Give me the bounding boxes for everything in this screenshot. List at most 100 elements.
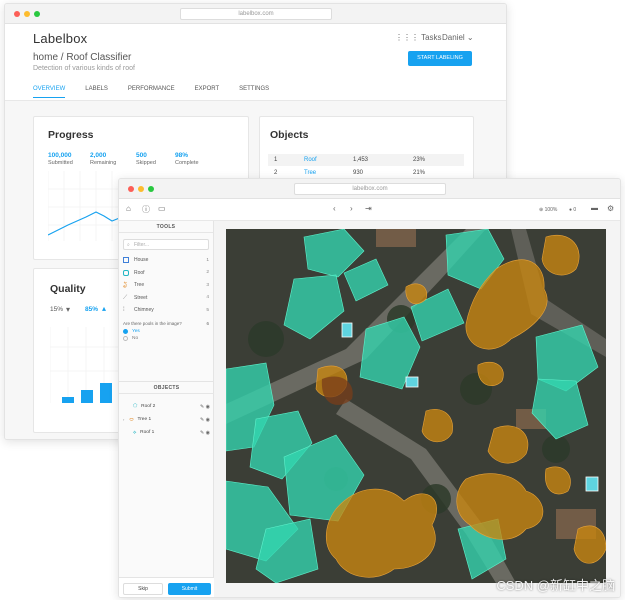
url-bar[interactable]: labelbox.com [294, 183, 446, 195]
answer-label: No [132, 335, 139, 341]
row-count: 1,453 [353, 157, 369, 163]
tab-settings[interactable]: SETTINGS [239, 86, 269, 98]
tool-chimney[interactable]: ⁞ Chimney 5 [119, 304, 213, 317]
line-icon: ⟋ [123, 294, 128, 301]
zoom-level[interactable]: ⊕ 100% [539, 207, 557, 213]
chevron-right-icon[interactable]: › [123, 417, 124, 422]
tools-header: TOOLS [119, 221, 213, 233]
close-dot[interactable] [128, 186, 134, 192]
tab-labels[interactable]: LABELS [85, 86, 108, 98]
row-name-link[interactable]: Roof [304, 157, 317, 163]
tool-roof[interactable]: Roof 2 [119, 267, 213, 280]
tab-performance[interactable]: PERFORMANCE [128, 86, 175, 98]
home-icon[interactable]: ⌂ [126, 204, 131, 213]
chevron-left-icon[interactable]: ‹ [333, 204, 336, 213]
freehand-icon: ຽ [123, 282, 127, 289]
aerial-image-canvas[interactable] [226, 229, 606, 583]
answer-no[interactable]: No [119, 335, 213, 342]
zoom-value: 100% [544, 207, 558, 213]
quality-bar [81, 390, 93, 403]
question-hotkey: 6 [206, 320, 209, 326]
project-subtitle: Detection of various kinds of roof [33, 65, 135, 72]
stat-value: 2,000 [90, 152, 107, 159]
stat-label: Complete [175, 160, 199, 166]
stat-label: Remaining [90, 160, 117, 166]
tool-hotkey: 5 [206, 307, 209, 313]
chevron-right-icon[interactable]: › [350, 204, 353, 213]
row-index: 1 [274, 157, 278, 163]
radio-icon [123, 328, 128, 334]
quality-down-pct: 15% [50, 306, 64, 313]
app-logo[interactable]: Labelbox [33, 31, 87, 46]
tasks-menu[interactable]: ⋮⋮⋮ Tasks [395, 33, 442, 42]
thumbs-up-icon: ▴ [102, 304, 107, 313]
quality-bar [100, 383, 112, 403]
maximize-dot[interactable] [34, 11, 40, 17]
settings-icon[interactable]: ⚙ [607, 204, 614, 213]
tool-hotkey: 1 [206, 257, 209, 263]
tool-label: Roof [134, 269, 145, 276]
square-icon [123, 257, 129, 264]
classification-question: Are there pools in the image? 6 [119, 317, 213, 328]
object-roof-1[interactable]: ⟡ Roof 1 ✎ ◉ [119, 426, 214, 439]
tasks-label: Tasks [421, 33, 442, 42]
row-name-link[interactable]: Tree [304, 170, 316, 176]
tool-tree[interactable]: ຽ Tree 3 [119, 279, 213, 292]
tool-house[interactable]: House 1 [119, 254, 213, 267]
grid-icon: ⋮⋮⋮ [395, 33, 419, 42]
keyboard-icon[interactable]: ▭ [158, 204, 166, 213]
stat-label: Skipped [136, 160, 156, 166]
toggle-icon[interactable]: ▬ [591, 205, 598, 212]
eye-icon[interactable]: ✎ ◉ [200, 430, 210, 436]
tool-label: Chimney [134, 307, 154, 314]
tab-export[interactable]: EXPORT [195, 86, 220, 98]
user-name: Daniel [442, 33, 465, 42]
chevron-down-icon: ⌄ [466, 33, 474, 42]
tool-label: House [134, 257, 149, 264]
object-label: Roof 2 [141, 404, 156, 409]
object-label: Roof 1 [140, 430, 155, 435]
tools-sidebar: TOOLS ⌕ Filter... House 1 Roof 2 ຽ Tree … [119, 221, 214, 597]
answer-label: Yes [132, 328, 140, 334]
radio-icon [123, 335, 128, 341]
answer-yes[interactable]: Yes [119, 328, 213, 335]
row-percent: 23% [413, 157, 426, 163]
stat-complete: 98% Complete [175, 152, 199, 166]
tab-overview[interactable]: OVERVIEW [33, 86, 66, 98]
minimize-dot[interactable] [138, 186, 144, 192]
freehand-icon: ⬭ [129, 417, 134, 423]
aerial-image [226, 229, 606, 583]
stat-value: 100,000 [48, 152, 72, 159]
progress-title: Progress [48, 129, 94, 141]
question-text: Are there pools in the image? [123, 320, 182, 326]
object-roof-2[interactable]: ⬠ Roof 2 ✎ ◉ [119, 400, 214, 413]
filter-input[interactable]: ⌕ Filter... [123, 239, 209, 250]
objects-title: Objects [270, 129, 309, 141]
stat-submitted: 100,000 Submitted [48, 152, 73, 166]
eye-icon[interactable]: ✎ ◉ [200, 404, 210, 410]
polygon-icon [123, 269, 129, 276]
polygon-icon: ⟡ [133, 430, 137, 436]
close-dot[interactable] [14, 11, 20, 17]
skip-forward-icon[interactable]: ⇥ [365, 204, 372, 213]
tool-street[interactable]: ⟋ Street 4 [119, 292, 213, 305]
counter: ● 0 [569, 207, 576, 213]
eye-icon[interactable]: ✎ ◉ [200, 417, 210, 423]
start-labeling-button[interactable]: START LABELING [408, 51, 472, 66]
row-index: 2 [274, 170, 278, 176]
maximize-dot[interactable] [148, 186, 154, 192]
point-icon: ⁞ [123, 307, 125, 314]
browser-chrome: labelbox.com [119, 179, 620, 199]
submit-button[interactable]: Submit [168, 583, 211, 595]
watermark-text: CSDN @新缸中之脑 [496, 578, 615, 593]
stat-value: 98% [175, 152, 189, 159]
skip-button[interactable]: Skip [123, 583, 163, 595]
minimize-dot[interactable] [24, 11, 30, 17]
stat-label: Submitted [48, 160, 73, 166]
info-icon[interactable]: ⓘ [142, 204, 150, 215]
url-bar[interactable]: labelbox.com [180, 8, 332, 20]
object-tree-1[interactable]: › ⬭ Tree 1 ✎ ◉ [119, 413, 214, 426]
tool-label: Street [134, 294, 148, 301]
user-menu[interactable]: Daniel ⌄ [442, 33, 474, 42]
quality-title: Quality [50, 283, 86, 295]
